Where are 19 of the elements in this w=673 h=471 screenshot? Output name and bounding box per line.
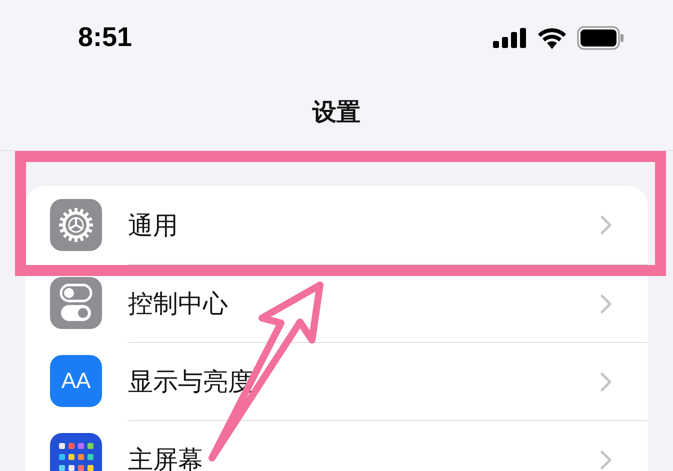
settings-row[interactable]: 主屏幕	[25, 420, 648, 471]
chevron-icon	[600, 294, 612, 314]
battery-icon	[577, 26, 625, 50]
chevron-icon	[600, 215, 612, 235]
text-size-icon: AA	[50, 355, 102, 407]
row-label: 通用	[128, 210, 178, 242]
gear-icon	[50, 199, 102, 251]
signal-icon	[493, 28, 527, 48]
settings-row[interactable]: 控制中心	[25, 264, 648, 342]
row-label: 主屏幕	[128, 444, 203, 471]
chevron-icon	[600, 372, 612, 392]
settings-row[interactable]: 通用	[25, 186, 648, 264]
chevron-icon	[600, 450, 612, 470]
toggle-icon	[50, 277, 102, 329]
status-time: 8:51	[78, 22, 132, 53]
row-label: 控制中心	[128, 288, 228, 320]
nav-title: 设置	[312, 96, 360, 128]
app-grid-icon	[50, 433, 102, 471]
wifi-icon	[537, 26, 567, 48]
